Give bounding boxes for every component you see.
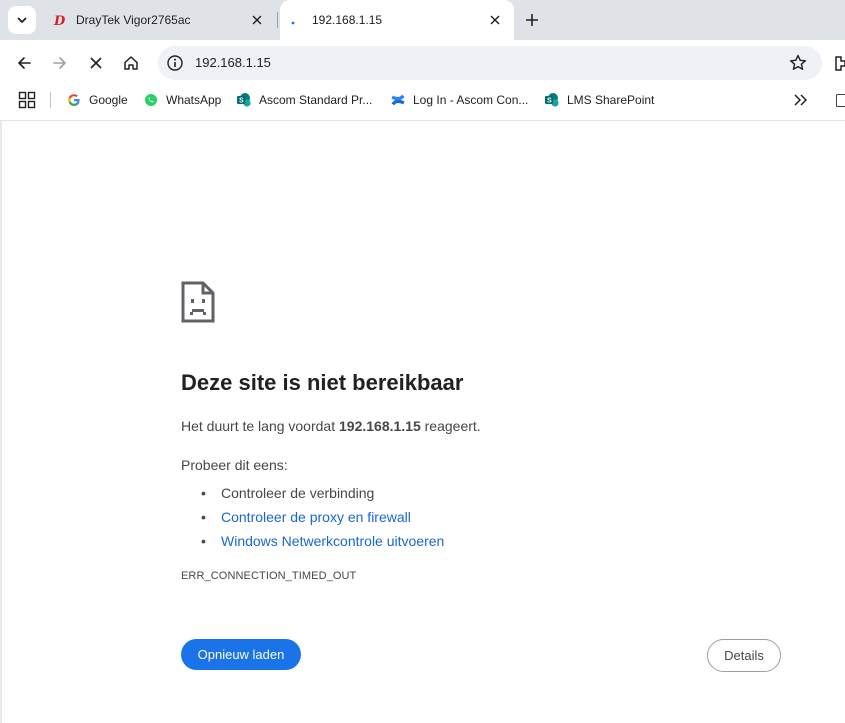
bookmark-ascom-confluence[interactable]: Log In - Ascom Con... [390,90,528,110]
error-message-suffix: reageert. [420,418,481,434]
chevron-down-icon [17,17,27,23]
tab-draytek[interactable]: D DrayTek Vigor2765ac [40,0,276,40]
error-message-prefix: Het duurt te lang voordat [181,418,339,434]
chevron-double-right-icon[interactable] [791,92,809,108]
error-message: Het duurt te lang voordat 192.168.1.15 r… [181,418,481,434]
close-icon[interactable] [246,9,268,31]
bookmark-whatsapp[interactable]: WhatsApp [143,90,221,110]
url-text[interactable]: 192.168.1.15 [195,55,271,70]
google-icon [66,92,82,108]
stop-loading-button[interactable] [82,49,110,77]
tab-title: DrayTek Vigor2765ac [76,13,191,27]
close-icon[interactable] [484,9,506,31]
toolbar-divider [0,120,845,121]
address-bar[interactable]: 192.168.1.15 [158,46,822,80]
tab-separator [277,12,278,28]
home-button[interactable] [117,49,145,77]
arrow-right-icon [53,57,66,69]
suggestion-check-connection: Controleer de verbinding [221,485,375,501]
close-icon [90,57,102,69]
plus-icon [526,14,538,26]
suggestion-item: • Controleer de proxy en firewall [201,505,444,529]
arrow-left-icon [18,57,31,69]
back-button[interactable] [10,49,38,77]
bullet: • [201,485,206,501]
bookmark-lms-sharepoint[interactable]: S LMS SharePoint [544,90,654,110]
bullet: • [201,509,206,525]
tab-search-button[interactable] [8,6,36,34]
browser-toolbar: 192.168.1.15 [0,40,845,86]
window-edge [0,121,2,723]
bookmarks-divider [50,92,51,108]
tab-strip: D DrayTek Vigor2765ac 192.168.1.15 [0,0,845,40]
bookmark-label: LMS SharePoint [567,93,655,107]
bookmarks-bar: Google WhatsApp S Ascom Standard Pr... L… [0,86,845,114]
apps-grid-icon[interactable] [18,91,36,109]
draytek-logo-icon: D [52,12,68,28]
error-heading: Deze site is niet bereikbaar [181,370,464,395]
suggestions-list: • Controleer de verbinding • Controleer … [201,481,444,553]
whatsapp-icon [143,92,159,108]
suggestions-label: Probeer dit eens: [181,457,288,473]
suggestion-item: • Windows Netwerkcontrole uitvoeren [201,529,444,553]
info-icon[interactable] [166,54,184,72]
bookmark-google[interactable]: Google [66,90,128,110]
details-button[interactable]: Details [707,639,781,672]
bookmark-ascom-standard[interactable]: S Ascom Standard Pr... [236,90,372,110]
sharepoint-icon: S [544,92,560,108]
suggestion-network-diagnostics-link[interactable]: Windows Netwerkcontrole uitvoeren [221,533,444,549]
bookmark-label: Log In - Ascom Con... [413,93,529,107]
tab-active-router[interactable]: 192.168.1.15 [280,0,514,40]
bookmark-label: WhatsApp [166,93,222,107]
loading-spinner-icon [288,12,304,28]
error-code: ERR_CONNECTION_TIMED_OUT [181,570,357,582]
bullet: • [201,533,206,549]
suggestion-item: • Controleer de verbinding [201,481,444,505]
error-host: 192.168.1.15 [339,418,421,434]
all-bookmarks-folder-icon[interactable] [836,94,845,107]
extensions-icon[interactable] [834,54,845,72]
svg-text:S: S [547,98,552,105]
forward-button[interactable] [46,49,74,77]
svg-text:D: D [53,14,66,27]
bookmark-label: Ascom Standard Pr... [259,93,373,107]
confluence-icon [390,92,406,108]
suggestion-proxy-firewall-link[interactable]: Controleer de proxy en firewall [221,509,411,525]
bookmark-label: Google [89,93,128,107]
sharepoint-icon: S [236,92,252,108]
sad-document-icon [181,281,215,323]
svg-text:S: S [239,98,244,105]
star-icon[interactable] [788,53,808,73]
tab-title: 192.168.1.15 [312,13,383,27]
home-icon [124,56,138,70]
new-tab-button[interactable] [520,8,544,32]
reload-button[interactable]: Opnieuw laden [181,639,301,670]
